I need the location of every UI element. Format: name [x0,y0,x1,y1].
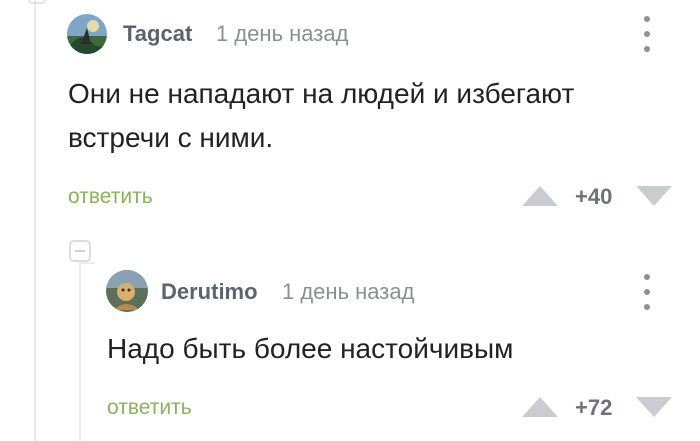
comment-timestamp: 1 день назад [282,279,415,304]
vote-down-icon[interactable] [636,186,672,206]
reply-button[interactable]: ответить [107,396,192,420]
vote-up-icon[interactable] [522,186,558,206]
thread-line [34,0,36,441]
reply-button[interactable]: ответить [68,185,153,209]
kebab-menu-icon[interactable] [641,274,653,310]
comment-text: Они не нападают на людей и избегают встр… [68,72,574,160]
avatar[interactable] [106,270,148,312]
vote-down-icon[interactable] [636,397,672,417]
comment-timestamp: 1 день назад [216,21,349,46]
avatar[interactable] [67,14,107,54]
sub-thread-line [79,262,81,441]
comment-author[interactable]: Derutimo [161,279,258,305]
thread-line-cap [28,0,46,4]
comment-author[interactable]: Tagcat [123,21,192,47]
vote-score: +40 [575,184,613,209]
vote-score: +72 [575,395,613,420]
collapse-thread-icon[interactable] [69,240,91,262]
kebab-menu-icon[interactable] [641,16,653,52]
sub-thread-connector [79,262,95,264]
comment-text-line: Они не нападают на людей и избегают [68,78,575,109]
comment-text-line: встречи с ними. [68,122,274,153]
comment-text-line: Надо быть более настойчивым [107,333,514,364]
vote-up-icon[interactable] [522,397,558,417]
comment-text: Надо быть более настойчивым [107,327,513,371]
